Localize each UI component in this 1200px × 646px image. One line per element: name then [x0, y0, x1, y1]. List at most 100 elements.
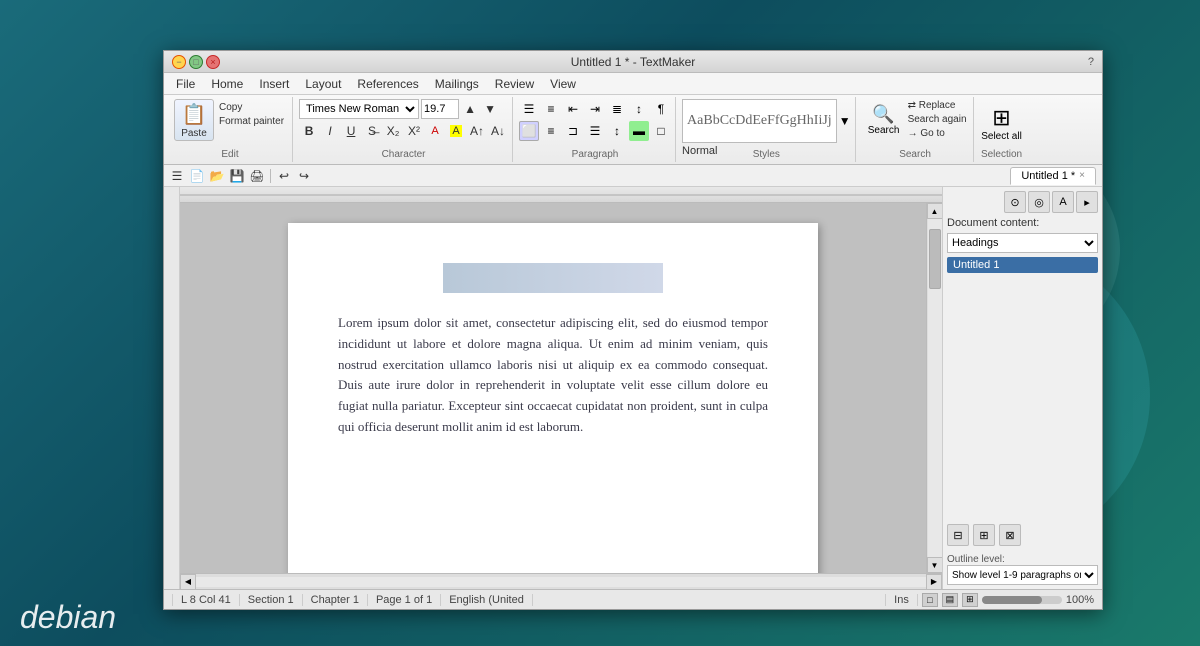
toolbar-save-button[interactable]: 💾 [228, 167, 246, 185]
shrink-font-button[interactable]: A↓ [488, 121, 508, 141]
vertical-scrollbar[interactable]: ▲ ▼ [926, 203, 942, 573]
menu-references[interactable]: References [349, 75, 426, 93]
outline-select[interactable]: Show level 1-9 paragraphs only [947, 565, 1098, 585]
underline-button[interactable]: U [341, 121, 361, 141]
toolbar-redo-button[interactable]: ↪ [295, 167, 313, 185]
document-scroll-area[interactable]: Lorem ipsum dolor sit amet, consectetur … [180, 203, 942, 573]
status-right: Ins □ ▤ ⊞ 100% [885, 593, 1094, 607]
panel-icon-2[interactable]: ◎ [1028, 191, 1050, 213]
minimize-button[interactable]: − [172, 55, 186, 69]
panel-close-button[interactable]: ▸ [1076, 191, 1098, 213]
shading-button[interactable]: ▬ [629, 121, 649, 141]
toolbar-open-button[interactable]: 📂 [208, 167, 226, 185]
search-button[interactable]: 🔍 Search [862, 99, 906, 141]
scroll-thumb[interactable] [929, 229, 941, 289]
sort-button[interactable]: ↕ [629, 99, 649, 119]
status-view-btn-2[interactable]: ▤ [942, 593, 958, 607]
toolbar-menu-icon[interactable]: ☰ [168, 167, 186, 185]
menu-review[interactable]: Review [487, 75, 542, 93]
toolbar-print-button[interactable]: 🖨 [248, 167, 266, 185]
select-all-icon: ⊞ [992, 105, 1010, 131]
select-all-button[interactable]: ⊞ Select all [980, 99, 1024, 148]
menu-mailings[interactable]: Mailings [427, 75, 487, 93]
scroll-right-button[interactable]: ▶ [926, 574, 942, 590]
tab-close-button[interactable]: × [1079, 170, 1085, 181]
toolbar-new-button[interactable]: 📄 [188, 167, 206, 185]
scroll-left-button[interactable]: ◀ [180, 574, 196, 590]
format-painter-button[interactable]: Format painter [217, 115, 286, 128]
multilevel-list-button[interactable]: ≣ [607, 99, 627, 119]
status-insert-mode: Ins [885, 594, 918, 606]
h-scroll-track[interactable] [196, 577, 926, 587]
status-view-btn-3[interactable]: ⊞ [962, 593, 978, 607]
font-size-input[interactable] [421, 99, 459, 119]
scroll-down-button[interactable]: ▼ [927, 557, 943, 573]
status-view-btn-1[interactable]: □ [922, 593, 938, 607]
panel-bottom-icon-3[interactable]: ⊠ [999, 524, 1021, 546]
menu-layout[interactable]: Layout [297, 75, 349, 93]
font-color-button[interactable]: A [425, 121, 445, 141]
panel-icon-1[interactable]: ⊙ [1004, 191, 1026, 213]
toolbar-undo-button[interactable]: ↩ [275, 167, 293, 185]
font-name-select[interactable]: Times New Roman [299, 99, 419, 119]
style-preview: AaBbCcDdEeFfGgHhIiJj [682, 99, 837, 143]
horizontal-ruler [180, 187, 942, 203]
tab-label: Untitled 1 * [1021, 170, 1075, 182]
menu-view[interactable]: View [542, 75, 584, 93]
outdent-button[interactable]: ⇤ [563, 99, 583, 119]
panel-bottom-icon-1[interactable]: ⊟ [947, 524, 969, 546]
document-body-text: Lorem ipsum dolor sit amet, consectetur … [338, 313, 768, 438]
superscript-button[interactable]: X² [404, 121, 424, 141]
menu-file[interactable]: File [168, 75, 203, 93]
search-again-button[interactable]: Search again [906, 113, 969, 126]
horizontal-scrollbar[interactable]: ◀ ▶ [180, 573, 942, 589]
edit-group-label: Edit [168, 149, 292, 160]
maximize-button[interactable]: □ [189, 55, 203, 69]
scroll-up-button[interactable]: ▲ [927, 203, 943, 219]
subscript-button[interactable]: X₂ [383, 121, 403, 141]
selection-group-label: Selection [976, 149, 1028, 160]
align-center-button[interactable]: ≡ [541, 121, 561, 141]
align-left-button[interactable]: ⬜ [519, 121, 539, 141]
goto-button[interactable]: → Go to [906, 127, 969, 140]
replace-button[interactable]: ⇄ Replace [906, 99, 969, 112]
character-group-label: Character [295, 149, 512, 160]
italic-button[interactable]: I [320, 121, 340, 141]
indent-button[interactable]: ⇥ [585, 99, 605, 119]
panel-bottom-icon-2[interactable]: ⊞ [973, 524, 995, 546]
grow-font-button[interactable]: A↑ [467, 121, 487, 141]
help-button[interactable]: ? [1044, 56, 1094, 68]
menu-insert[interactable]: Insert [251, 75, 297, 93]
font-size-increase-button[interactable]: ▲ [461, 100, 479, 118]
status-chapter: Chapter 1 [303, 594, 368, 606]
highlight-button[interactable]: A [446, 121, 466, 141]
ordered-list-button[interactable]: ≡ [541, 99, 561, 119]
bold-button[interactable]: B [299, 121, 319, 141]
paste-button[interactable]: 📋 Paste [174, 99, 214, 141]
menu-home[interactable]: Home [203, 75, 251, 93]
strikethrough-button[interactable]: S̶ [362, 121, 382, 141]
menu-bar: File Home Insert Layout References Maili… [164, 73, 1102, 95]
title-bar: − □ × Untitled 1 * - TextMaker ? [164, 51, 1102, 73]
document-tab[interactable]: Untitled 1 * × [1010, 167, 1096, 185]
unordered-list-button[interactable]: ☰ [519, 99, 539, 119]
panel-document-item[interactable]: Untitled 1 [947, 257, 1098, 273]
ruler-markings [180, 187, 942, 203]
font-size-decrease-button[interactable]: ▼ [481, 100, 499, 118]
right-panel: ⊙ ◎ A ▸ Document content: Headings Untit… [942, 187, 1102, 589]
search-group-label: Search [858, 149, 973, 160]
panel-dropdown[interactable]: Headings [947, 233, 1098, 253]
justify-button[interactable]: ☰ [585, 121, 605, 141]
scroll-track[interactable] [928, 219, 942, 557]
align-right-button[interactable]: ⊐ [563, 121, 583, 141]
line-spacing-button[interactable]: ↕ [607, 121, 627, 141]
paragraph-group-label: Paragraph [515, 149, 675, 160]
copy-button[interactable]: Copy [217, 101, 286, 114]
show-marks-button[interactable]: ¶ [651, 99, 671, 119]
border-button[interactable]: □ [651, 121, 671, 141]
styles-expand-button[interactable]: ▼ [839, 99, 851, 143]
panel-icon-3[interactable]: A [1052, 191, 1074, 213]
zoom-fill [982, 596, 1042, 604]
close-button[interactable]: × [206, 55, 220, 69]
paste-sub-buttons: Copy Format painter [217, 101, 286, 141]
